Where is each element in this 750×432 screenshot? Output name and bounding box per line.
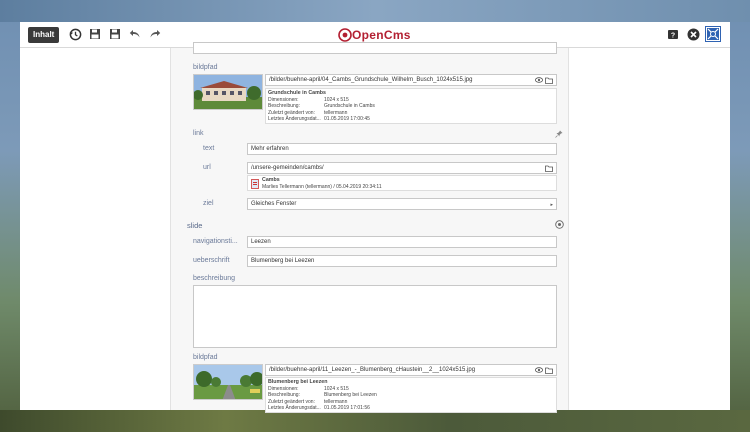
form-editor: bildpfad /bilder/buehne-april/04_Cambs_G… — [170, 42, 568, 413]
page-icon — [251, 179, 259, 189]
meta-row: Letztes Änderungsdat... 01.05.2019 17:01:… — [268, 405, 370, 411]
folder-icon[interactable] — [545, 365, 553, 375]
navigationstitel-input[interactable]: Leezen — [247, 236, 557, 248]
ueberschrift-label: ueberschrift — [193, 257, 230, 264]
close-icon[interactable] — [686, 27, 700, 41]
grid-menu-icon[interactable] — [705, 26, 721, 42]
ueberschrift-input[interactable]: Blumenberg bei Leezen — [247, 255, 557, 267]
background-bottom — [0, 410, 750, 432]
beschreibung-label: beschreibung — [193, 275, 236, 282]
image-thumbnail-leezen — [193, 364, 263, 400]
redo-icon[interactable] — [148, 27, 162, 41]
opencms-logo: OpenCms — [338, 28, 411, 42]
dropdown-arrow-icon: ▸ — [550, 202, 553, 208]
bildpfad-input[interactable]: /bilder/buehne-april/04_Cambs_Grundschul… — [265, 74, 557, 86]
image-info-cambs: Grundschule in Cambs Dimensionen: 1024 x … — [265, 88, 557, 124]
svg-text:?: ? — [671, 33, 675, 40]
add-circle-icon[interactable] — [555, 220, 564, 229]
logo-mark-icon — [338, 28, 352, 42]
ziel-selected-value: Gleiches Fenster — [251, 201, 297, 207]
save-exit-icon[interactable] — [88, 27, 102, 41]
left-margin — [20, 48, 170, 410]
beschreibung-textarea[interactable] — [193, 285, 557, 348]
link-label: link — [193, 130, 204, 137]
editor-window: Inhalt OpenCms ? bildpfad /bilder/buehne… — [20, 22, 730, 413]
image-info-leezen: Blumenberg bei Leezen Dimensionen: 1024 x… — [265, 377, 557, 413]
navigationstitel-label: navigationsti... — [193, 238, 238, 245]
eye-icon[interactable] — [535, 365, 543, 375]
bildpfad-label: bildpfad — [193, 64, 218, 71]
history-icon[interactable] — [68, 27, 82, 41]
bildpfad-label: bildpfad — [193, 354, 218, 361]
right-margin — [568, 48, 730, 410]
help-icon[interactable]: ? — [666, 27, 680, 41]
url-target-subtitle: Marlies Tellermann (tellermann) / 05.04.… — [262, 184, 382, 190]
link-ziel-select[interactable]: Gleiches Fenster ▸ — [247, 198, 557, 210]
bildpfad-input[interactable]: /bilder/buehne-april/11_Leezen_-_Blumenb… — [265, 364, 557, 376]
url-target-info: Cambs Marlies Tellermann (tellermann) / … — [247, 175, 557, 191]
save-icon[interactable] — [108, 27, 122, 41]
eye-icon[interactable] — [535, 75, 543, 85]
slide-label: slide — [187, 221, 203, 230]
link-url-label: url — [203, 164, 211, 171]
undo-icon[interactable] — [128, 27, 142, 41]
background-top — [0, 0, 750, 22]
link-url-input[interactable]: /unsere-gemeinden/cambs/ — [247, 162, 557, 174]
image-thumbnail-cambs — [193, 74, 263, 110]
content-area: bildpfad /bilder/buehne-april/04_Cambs_G… — [20, 42, 730, 413]
pin-icon[interactable] — [554, 129, 563, 138]
link-text-label: text — [203, 145, 215, 152]
meta-row: Letztes Änderungsdat... 01.05.2019 17:00:… — [268, 116, 370, 122]
logo-text: OpenCms — [352, 28, 411, 42]
link-ziel-label: ziel — [203, 200, 214, 207]
folder-icon[interactable] — [545, 75, 553, 85]
previous-textarea[interactable] — [193, 42, 557, 54]
inhalt-button[interactable]: Inhalt — [28, 27, 60, 43]
link-text-input[interactable]: Mehr erfahren — [247, 143, 557, 155]
url-target-title: Cambs — [262, 177, 280, 183]
folder-icon[interactable] — [545, 163, 553, 173]
